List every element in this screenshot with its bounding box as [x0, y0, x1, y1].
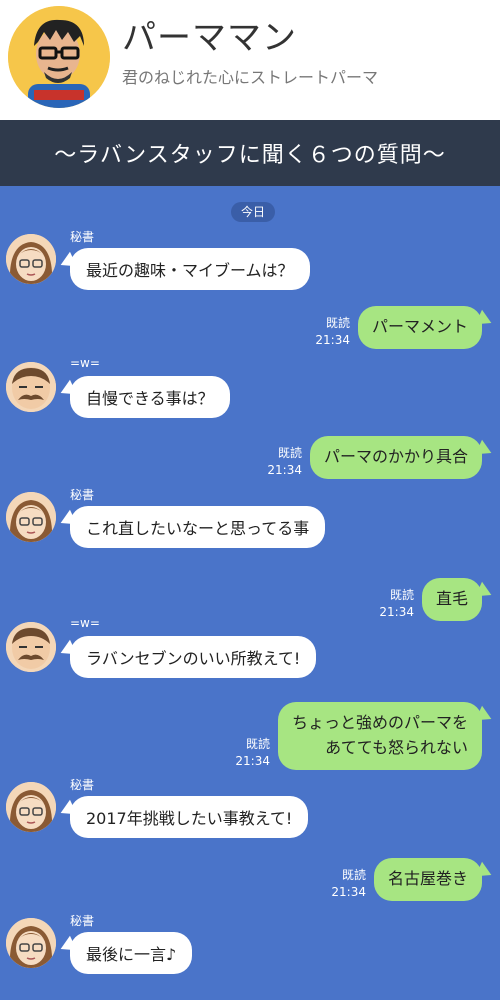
message-time: 21:34 — [267, 462, 302, 477]
message-time: 21:34 — [235, 753, 270, 768]
mustache-man-avatar-icon[interactable] — [6, 622, 56, 672]
outgoing-text-line: パーマのかかり具合 — [323, 447, 468, 466]
profile-header: パーママン 君のねじれた心にストレートパーマ — [0, 0, 500, 120]
read-label: 既読 — [389, 588, 414, 602]
outgoing-bubble[interactable]: 名古屋巻き — [373, 858, 482, 901]
read-label: 既読 — [325, 316, 350, 330]
incoming-bubble[interactable]: 最後に一言♪ — [70, 932, 193, 974]
secretary-avatar-icon[interactable] — [6, 234, 56, 284]
secretary-avatar-icon[interactable] — [6, 492, 56, 542]
read-label: 既読 — [245, 737, 270, 751]
cartoon-man-icon — [8, 6, 110, 108]
secretary-avatar-icon[interactable] — [6, 782, 56, 832]
date-separator: 今日 — [231, 202, 275, 222]
read-receipt: 既読 21:34 — [235, 736, 270, 770]
incoming-bubble[interactable]: 最近の趣味・マイブームは？ — [70, 248, 310, 290]
sender-name: 秘書 — [70, 488, 95, 502]
read-receipt: 既読 21:34 — [379, 587, 414, 621]
sender-name: =w= — [70, 356, 100, 370]
outgoing-bubble[interactable]: パーマのかかり具合 — [309, 436, 482, 479]
profile-name: パーママン — [122, 18, 297, 58]
outgoing-text-line: 名古屋巻き — [387, 869, 468, 888]
message-time: 21:34 — [379, 604, 414, 619]
mustache-man-avatar-icon[interactable] — [6, 362, 56, 412]
outgoing-text-line: パーマメント — [371, 317, 468, 336]
profile-tagline: 君のねじれた心にストレートパーマ — [122, 68, 379, 87]
sender-name: 秘書 — [70, 230, 95, 244]
outgoing-bubble[interactable]: パーマメント — [357, 306, 482, 349]
banner-title: 〜ラバンスタッフに聞く６つの質問〜 — [0, 120, 500, 186]
chat-area[interactable]: 今日 秘書 最近の趣味・マイブームは？ パーマメント 既読 21:34 =w= 自慢できる事… — [0, 186, 500, 1000]
outgoing-bubble[interactable]: ちょっと強めのパーマをあてても怒られない — [277, 702, 482, 770]
message-time: 21:34 — [331, 884, 366, 899]
outgoing-text-line: 直毛 — [435, 589, 468, 608]
read-receipt: 既読 21:34 — [315, 315, 350, 349]
sender-name: 秘書 — [70, 778, 95, 792]
secretary-avatar-icon[interactable] — [6, 918, 56, 968]
outgoing-text-line: ちょっと強めのパーマを — [291, 713, 468, 732]
outgoing-bubble[interactable]: 直毛 — [421, 578, 482, 621]
outgoing-text-line: あてても怒られない — [325, 737, 468, 757]
message-time: 21:34 — [315, 332, 350, 347]
read-receipt: 既読 21:34 — [331, 867, 366, 901]
incoming-bubble[interactable]: ラバンセブンのいい所教えて! — [70, 636, 317, 678]
read-label: 既読 — [341, 868, 366, 882]
profile-avatar[interactable] — [8, 6, 110, 108]
sender-name: 秘書 — [70, 914, 95, 928]
incoming-bubble[interactable]: 自慢できる事は？ — [70, 376, 230, 418]
incoming-bubble[interactable]: 2017年挑戦したい事教えて! — [70, 796, 309, 838]
sender-name: =w= — [70, 616, 100, 630]
read-receipt: 既読 21:34 — [267, 445, 302, 479]
read-label: 既読 — [277, 446, 302, 460]
incoming-bubble[interactable]: これ直したいなーと思ってる事 — [70, 506, 326, 548]
